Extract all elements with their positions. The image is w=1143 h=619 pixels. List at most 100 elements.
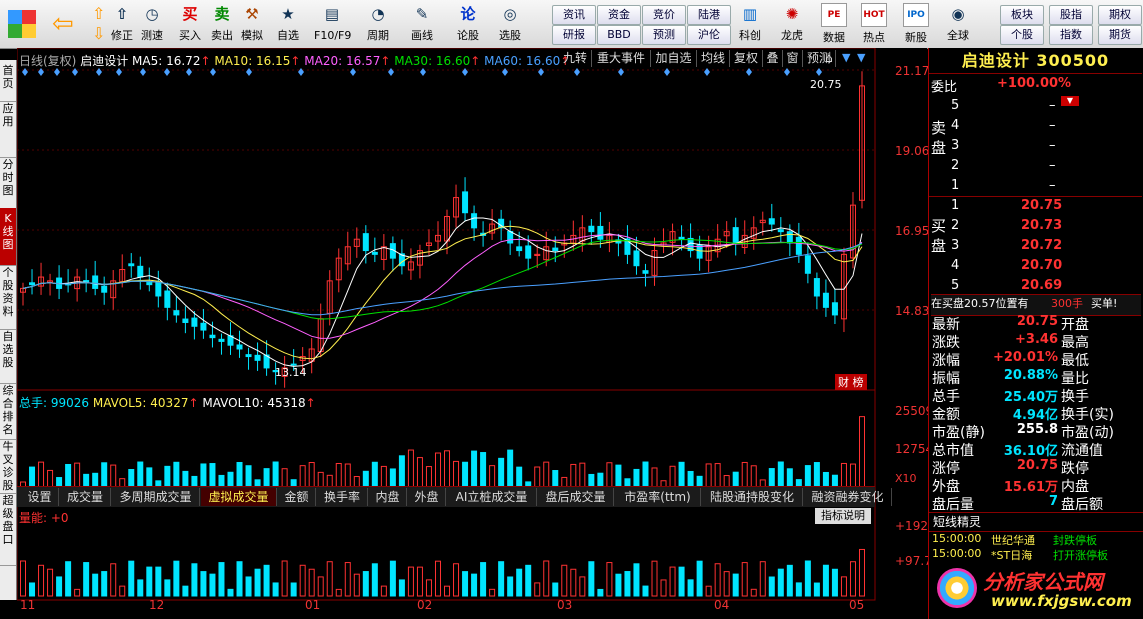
- side-tab-7[interactable]: 综合排名: [0, 380, 16, 440]
- toolbar-item-button[interactable]: 板块: [1000, 5, 1044, 25]
- indicator-bar: [750, 588, 757, 597]
- toolbar-item-button[interactable]: 预测: [642, 25, 686, 45]
- indicator-tab-2[interactable]: 成交量: [60, 488, 111, 506]
- toolbar-item-button[interactable]: IPO 新股: [898, 2, 934, 46]
- chevron-down-icon[interactable]: ▼: [857, 51, 865, 64]
- indicator-tab-12[interactable]: 陆股通持股变化: [702, 488, 803, 506]
- buy-icon: 买: [182, 5, 198, 23]
- quote-label-right: 跌停: [1061, 461, 1089, 477]
- toolbar-bbd-button[interactable]: BBD: [597, 25, 641, 45]
- chart-header-button-5[interactable]: 复权: [730, 50, 763, 67]
- chart-header-button-6[interactable]: 叠: [763, 50, 783, 67]
- side-tab-2[interactable]: 应用: [0, 98, 16, 158]
- toolbar-item-button[interactable]: 股指: [1049, 5, 1093, 25]
- side-tab-9[interactable]: 超级盘口: [0, 490, 16, 566]
- toolbar-item-button[interactable]: 期货: [1098, 25, 1142, 45]
- toolbar-item-button[interactable]: 研报: [552, 25, 596, 45]
- side-tab-6[interactable]: 自选股: [0, 326, 16, 384]
- indicator-bar: [444, 585, 451, 597]
- indicator-tab-6[interactable]: 换手率: [317, 488, 368, 506]
- toolbar-item-button[interactable]: ◎ 选股: [492, 2, 528, 46]
- toolbar-item-button[interactable]: HOT 热点: [856, 2, 892, 46]
- indicator-bar: [859, 548, 865, 597]
- toolbar-label: 龙虎: [781, 29, 803, 42]
- x-tick-label: 01: [305, 598, 321, 612]
- toolbar-item-button[interactable]: 资金: [597, 5, 641, 25]
- indicator-bar: [480, 562, 487, 597]
- toolbar-item-button[interactable]: 个股: [1000, 25, 1044, 45]
- toolbar-item-button[interactable]: 沪伦: [687, 25, 731, 45]
- indicator-tab-4[interactable]: 虚拟成交量: [201, 488, 277, 506]
- toolbar-item-button[interactable]: ◉ 全球: [940, 2, 976, 46]
- indicator-tab-3[interactable]: 多周期成交量: [112, 488, 200, 506]
- chart-header-button-4[interactable]: 均线: [697, 50, 730, 67]
- indicator-tab-11[interactable]: 市盈率(ttm): [615, 488, 701, 506]
- indicator-tab-10[interactable]: 盘后成交量: [538, 488, 614, 506]
- event-marker-icon: [784, 68, 790, 76]
- news-stock[interactable]: *ST日海: [991, 547, 1032, 563]
- indicator-tab-5[interactable]: 金额: [278, 488, 316, 506]
- side-tab-3[interactable]: 分时图: [0, 154, 16, 212]
- chart-header-button-7[interactable]: 窗: [783, 50, 803, 67]
- indicator-bar: [47, 568, 54, 597]
- toolbar-item-button[interactable]: ✎ 画线: [404, 2, 440, 46]
- candle-body: [164, 290, 171, 308]
- toolbar-item-button[interactable]: 期权: [1098, 5, 1142, 25]
- sell-price-1: –: [1049, 178, 1056, 193]
- candle-body: [804, 255, 811, 274]
- toolbar-item-button[interactable]: 竞价: [642, 5, 686, 25]
- toolbar-item-button[interactable]: ⚒ 模拟: [234, 2, 270, 46]
- indicator-bar: [516, 568, 523, 597]
- side-tab-8[interactable]: 牛叉诊股: [0, 436, 16, 494]
- indicator-bar: [119, 585, 126, 597]
- indicator-tab-13[interactable]: 融资融券变化: [804, 488, 892, 506]
- kline-chart-area[interactable]: 日线(复权) 启迪设计 MA5: 16.72↑ MA10: 16.15↑ MA2…: [17, 48, 939, 616]
- toolbar-item-button[interactable]: 买买入: [172, 2, 208, 46]
- chart-header-button-3[interactable]: 加自选: [651, 50, 697, 67]
- side-tab-5[interactable]: 个股资料: [0, 262, 16, 330]
- toolbar-item-button[interactable]: 指数: [1049, 25, 1093, 45]
- indicator-bar: [83, 562, 90, 597]
- indicator-tab-9[interactable]: AI立桩成交量: [447, 488, 537, 506]
- x-tick-label: 05: [849, 598, 865, 612]
- finance-rank-button[interactable]: 财 榜: [835, 374, 867, 390]
- vol-scale-label: X10: [895, 472, 917, 485]
- toolbar-item-button[interactable]: ◔ 周期: [360, 2, 396, 46]
- buy-price-1: 20.75: [1021, 198, 1063, 213]
- toolbar-item-button[interactable]: 陆港: [687, 5, 731, 25]
- kline-chart[interactable]: [17, 48, 927, 616]
- toolbar-item-button[interactable]: ★ 自选: [270, 2, 306, 46]
- buy-level-3: 3: [951, 238, 960, 253]
- toolbar-item-button[interactable]: ▥ 科创: [732, 2, 768, 46]
- side-tab-4[interactable]: K线图: [0, 208, 16, 266]
- indicator-bar: [407, 566, 414, 597]
- chevron-down-icon[interactable]: ▼: [842, 51, 850, 64]
- star-icon: ★: [281, 5, 295, 23]
- toolbar-f10-f9-button[interactable]: ▤ F10/F9: [314, 2, 351, 46]
- chart-header-button-1[interactable]: 九转: [559, 50, 592, 67]
- back-arrow-icon[interactable]: ⇦: [52, 10, 80, 38]
- quote-panel: 启迪设计 300500 委比 +100.00% ▼ 卖盘 买盘 5–4–3–2–…: [928, 48, 1143, 619]
- sell-level-4: 4: [951, 118, 960, 133]
- quote-label-right: 流通值: [1061, 443, 1103, 459]
- indicator-bar: [92, 573, 99, 597]
- indicator-tab-8[interactable]: 外盘: [408, 488, 446, 506]
- toolbar-item-button[interactable]: ✺ 龙虎: [774, 2, 810, 46]
- toolbar-item-button[interactable]: ◷ 测速: [134, 2, 170, 46]
- volume-header: 总手: 99026 MAVOL5: 40327↑ MAVOL10: 45318↑: [19, 396, 316, 410]
- toolbar-item-button[interactable]: 资讯: [552, 5, 596, 25]
- quote-value: 20.75: [1016, 314, 1058, 329]
- indicator-tab-7[interactable]: 内盘: [369, 488, 407, 506]
- side-tab-1[interactable]: 首页: [0, 60, 16, 102]
- toolbar-item-button[interactable]: 论论股: [450, 2, 486, 46]
- indicator-bar: [462, 571, 469, 597]
- chart-header-button-2[interactable]: 重大事件: [592, 50, 651, 67]
- indicator-help-button[interactable]: 指标说明: [815, 508, 871, 524]
- lock-icon[interactable]: ⌂: [825, 51, 833, 65]
- news-title: 短线精灵: [929, 512, 1143, 532]
- indicator-bar: [218, 562, 225, 597]
- toolbar-item-button[interactable]: PE 数据: [816, 2, 852, 46]
- news-stock[interactable]: 世纪华通: [991, 532, 1035, 548]
- indicator-tab-1[interactable]: 设置: [21, 488, 59, 506]
- candle-body: [588, 225, 595, 233]
